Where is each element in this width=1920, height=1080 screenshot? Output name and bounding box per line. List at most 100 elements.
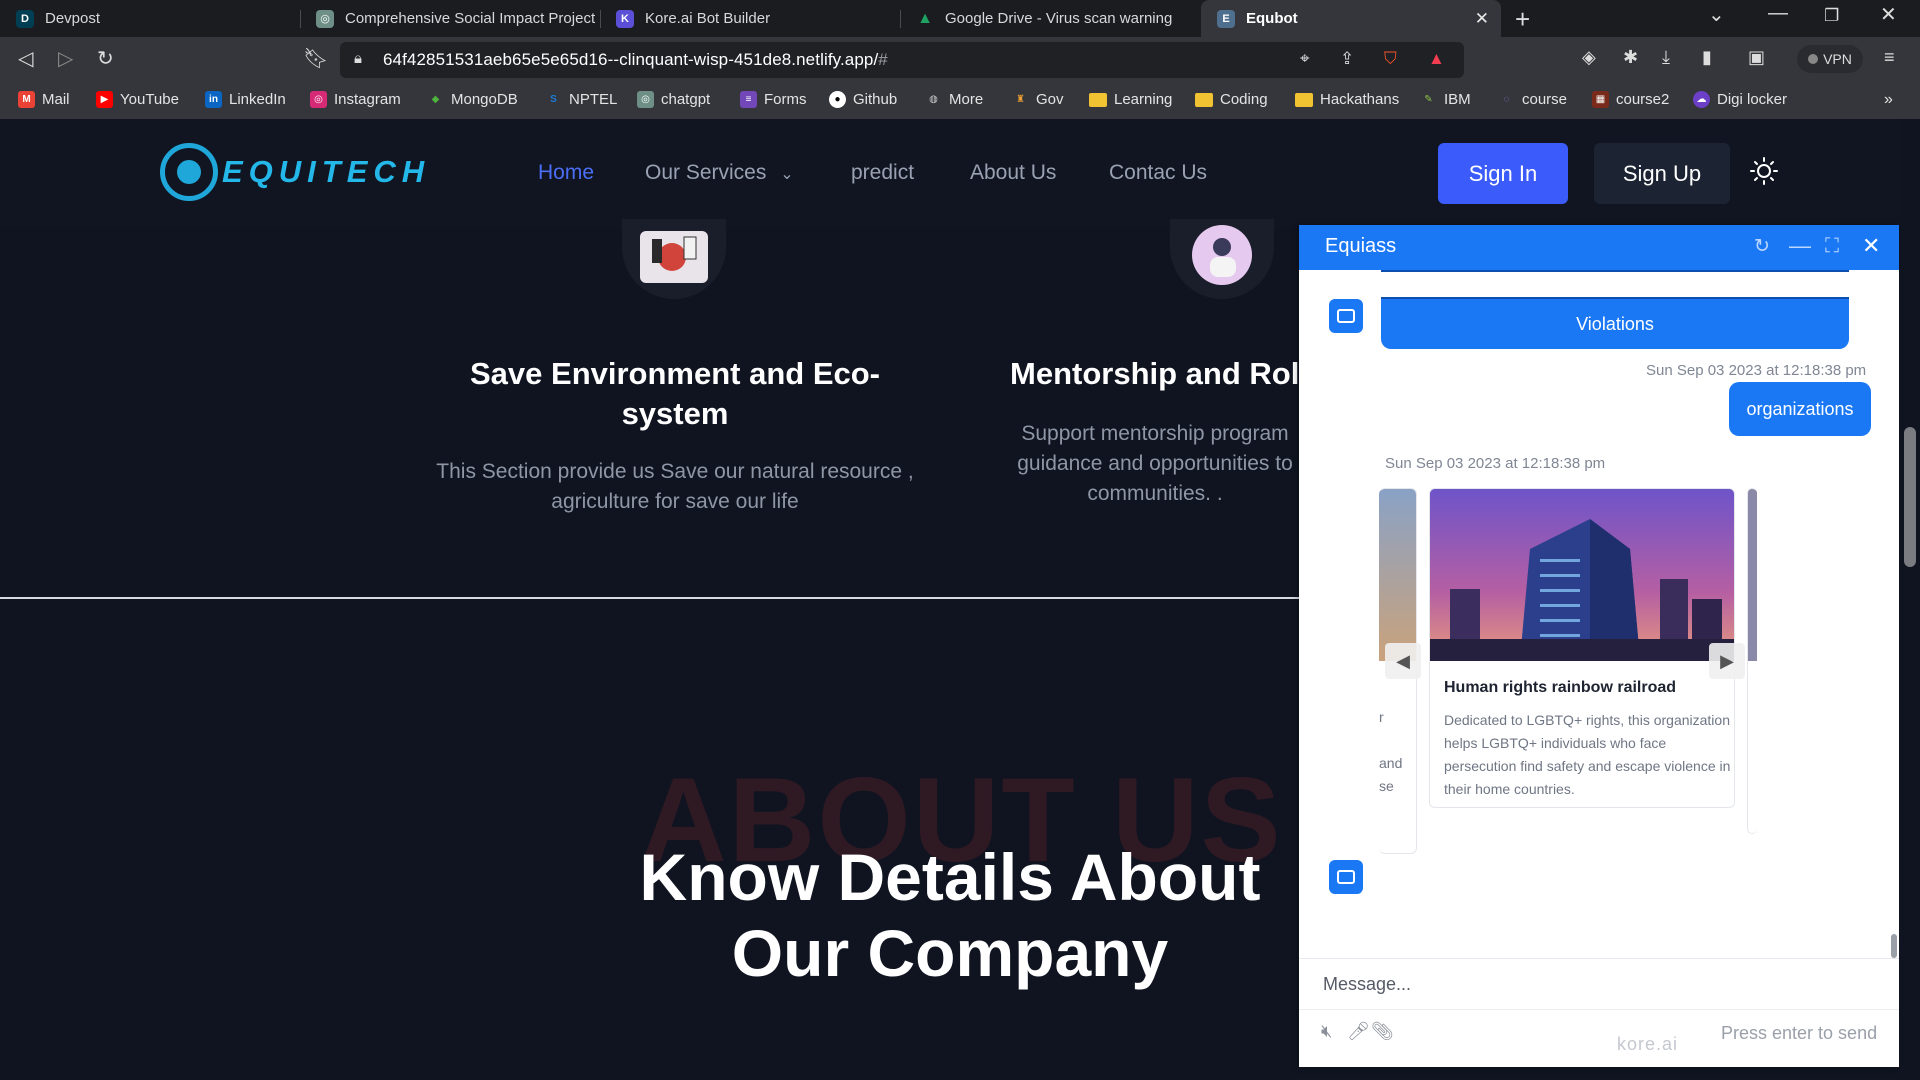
vpn-status-icon [1808, 54, 1819, 64]
bookmark-linkedin[interactable]: in LinkedIn [205, 91, 286, 108]
bookmark-digilocker[interactable]: ☁ Digi locker [1693, 91, 1787, 108]
bookmark-folder-hackathans[interactable]: Hackathans [1295, 91, 1399, 108]
extension-diamond-icon[interactable]: ◈ [1582, 47, 1596, 68]
tab-kore-bot-builder[interactable]: K Kore.ai Bot Builder [600, 0, 900, 37]
restore-window-icon[interactable]: ❐ [1824, 6, 1839, 26]
wallet-icon[interactable]: ▣ [1748, 47, 1765, 68]
address-bar[interactable]: 🔒︎ 64f42851531aeb65e5e65d16--clinquant-w… [340, 42, 1464, 78]
card-image [1748, 489, 1757, 661]
bookmark-label: Coding [1220, 91, 1268, 108]
bookmark-nptel[interactable]: S NPTEL [545, 91, 617, 108]
back-icon[interactable]: ◁ [18, 46, 33, 71]
bookmark-gov[interactable]: ♜ Gov [1012, 91, 1064, 108]
nav-home[interactable]: Home [538, 161, 594, 185]
user-message: organizations [1729, 382, 1871, 436]
carousel-card-next[interactable] [1747, 488, 1757, 834]
devpost-favicon-icon: D [16, 9, 34, 28]
bookmark-label: Mail [42, 91, 70, 108]
menu-icon[interactable]: ≡ [1884, 47, 1895, 68]
chat-scrollbar-thumb[interactable] [1891, 934, 1897, 958]
carousel-next-arrow-icon[interactable]: ▶ [1709, 643, 1745, 679]
nav-contact-us[interactable]: Contac Us [1109, 161, 1207, 185]
close-tab-icon[interactable]: ✕ [1475, 9, 1489, 29]
nav-predict[interactable]: predict [851, 161, 914, 185]
bookmark-course2[interactable]: ▦ course2 [1592, 91, 1669, 108]
tab-equbot[interactable]: E Equbot ✕ [1201, 0, 1501, 37]
bookmark-youtube[interactable]: ▶ YouTube [96, 91, 179, 108]
bookmark-mail[interactable]: M Mail [18, 91, 70, 108]
nav-about-us[interactable]: About Us [970, 161, 1056, 185]
chatgpt-favicon-icon: ◎ [316, 9, 334, 28]
bookmark-github[interactable]: ● Github [829, 91, 897, 108]
chat-bot-name: Equiass [1325, 235, 1397, 257]
message-timestamp: Sun Sep 03 2023 at 12:18:38 pm [1646, 362, 1867, 379]
card-description: Dedicated to LGBTQ+ rights, this organiz… [1444, 712, 1731, 797]
tab-search-chevron-icon[interactable]: ⌄ [1708, 2, 1725, 27]
sign-in-button[interactable]: Sign In [1438, 143, 1568, 204]
sidebar-icon[interactable]: ▮ [1702, 47, 1712, 68]
brave-rewards-icon[interactable]: ▲ [1428, 49, 1445, 69]
carousel-card[interactable]: Human rights rainbow railroad Dedicated … [1429, 488, 1735, 808]
close-chat-icon[interactable]: ✕ [1862, 233, 1880, 259]
forms-icon: ≡ [740, 91, 757, 108]
service-title: Save Environment and Eco-system [470, 356, 880, 431]
message-input[interactable] [1323, 969, 1863, 999]
minimize-window-icon[interactable]: — [1768, 2, 1788, 25]
brave-shields-icon[interactable]: ⛉ [1384, 49, 1397, 69]
card-image [1430, 489, 1734, 661]
url-text: 64f42851531aeb65e5e65d16--clinquant-wisp… [383, 50, 888, 69]
bookmark-mongodb[interactable]: ◆ MongoDB [427, 91, 518, 108]
bookmark-page-icon[interactable]: 🔖︎ [303, 46, 328, 71]
bookmark-label: LinkedIn [229, 91, 286, 108]
share-icon[interactable]: ⇪ [1340, 49, 1354, 69]
folder-icon [1295, 92, 1313, 107]
folder-icon [1195, 92, 1213, 107]
nav-our-services[interactable]: Our Services ⌄ [645, 161, 794, 185]
bot-avatar-icon [1329, 860, 1363, 894]
sun-theme-icon[interactable] [1749, 156, 1779, 186]
bookmark-chatgpt[interactable]: ◎ chatgpt [637, 91, 710, 108]
card-title: Human rights rainbow railroad [1444, 679, 1677, 696]
minimize-chat-icon[interactable]: — [1789, 233, 1811, 259]
reconnect-icon[interactable]: ↻ [1754, 235, 1770, 258]
tab-devpost[interactable]: D Devpost [0, 0, 300, 37]
tab-google-drive[interactable]: ▲ Google Drive - Virus scan warning [900, 0, 1200, 37]
bookmark-folder-coding[interactable]: Coding [1195, 91, 1268, 108]
download-icon[interactable]: ⤓ [1662, 47, 1670, 68]
vpn-button[interactable]: VPN [1797, 45, 1863, 73]
service-title: Mentorship and Rol [1010, 356, 1300, 391]
close-window-icon[interactable]: ✕ [1880, 2, 1897, 27]
sign-up-button[interactable]: Sign Up [1594, 143, 1730, 204]
chat-widget: Equiass ↻ — ⛶ ✕ Violations Sun Sep 03 20… [1299, 225, 1899, 1067]
bookmark-course[interactable]: ◌ course [1498, 91, 1568, 108]
carousel-prev-arrow-icon[interactable]: ◀ [1385, 643, 1421, 679]
bookmark-instagram[interactable]: ◎ Instagram [310, 91, 401, 108]
extensions-icon[interactable]: ✱ [1623, 47, 1638, 68]
expand-chat-icon[interactable]: ⛶ [1825, 235, 1839, 258]
reload-icon[interactable]: ↻ [97, 46, 114, 71]
github-icon: ● [829, 91, 846, 108]
logo-mark-icon [160, 143, 218, 201]
bookmarks-overflow-icon[interactable]: » [1884, 91, 1893, 109]
chat-messages: Violations Sun Sep 03 2023 at 12:18:38 p… [1299, 270, 1899, 958]
bookmark-folder-learning[interactable]: Learning [1089, 91, 1172, 108]
environment-illustration-icon [622, 219, 726, 299]
bookmark-ibm[interactable]: ✎ IBM [1420, 91, 1470, 108]
new-tab-button[interactable]: + [1515, 4, 1530, 35]
tab-title: Kore.ai Bot Builder [645, 10, 771, 27]
bot-avatar-icon [1329, 299, 1363, 333]
bookmark-more[interactable]: ◍ More [925, 91, 983, 108]
forward-icon[interactable]: ▷ [58, 46, 73, 71]
equitech-logo[interactable]: EQUITECH [160, 141, 424, 203]
bookmarks-bar: M Mail ▶ YouTube in LinkedIn ◎ Instagram ◆ Mo… [0, 83, 1920, 119]
bookmark-forms[interactable]: ≡ Forms [740, 91, 807, 108]
chatgpt-icon: ◎ [637, 91, 654, 108]
vpn-label: VPN [1823, 51, 1852, 67]
browser-tabstrip: D Devpost ◎ Comprehensive Social Impact … [0, 0, 1920, 37]
page-scrollbar-thumb[interactable] [1904, 427, 1916, 567]
page-scrollbar[interactable] [1900, 119, 1920, 1080]
youtube-icon: ▶ [96, 91, 113, 108]
tab-social-impact[interactable]: ◎ Comprehensive Social Impact Project [300, 0, 600, 37]
violations-button[interactable]: Violations [1381, 297, 1849, 349]
location-icon[interactable]: ⌖ [1300, 49, 1310, 69]
